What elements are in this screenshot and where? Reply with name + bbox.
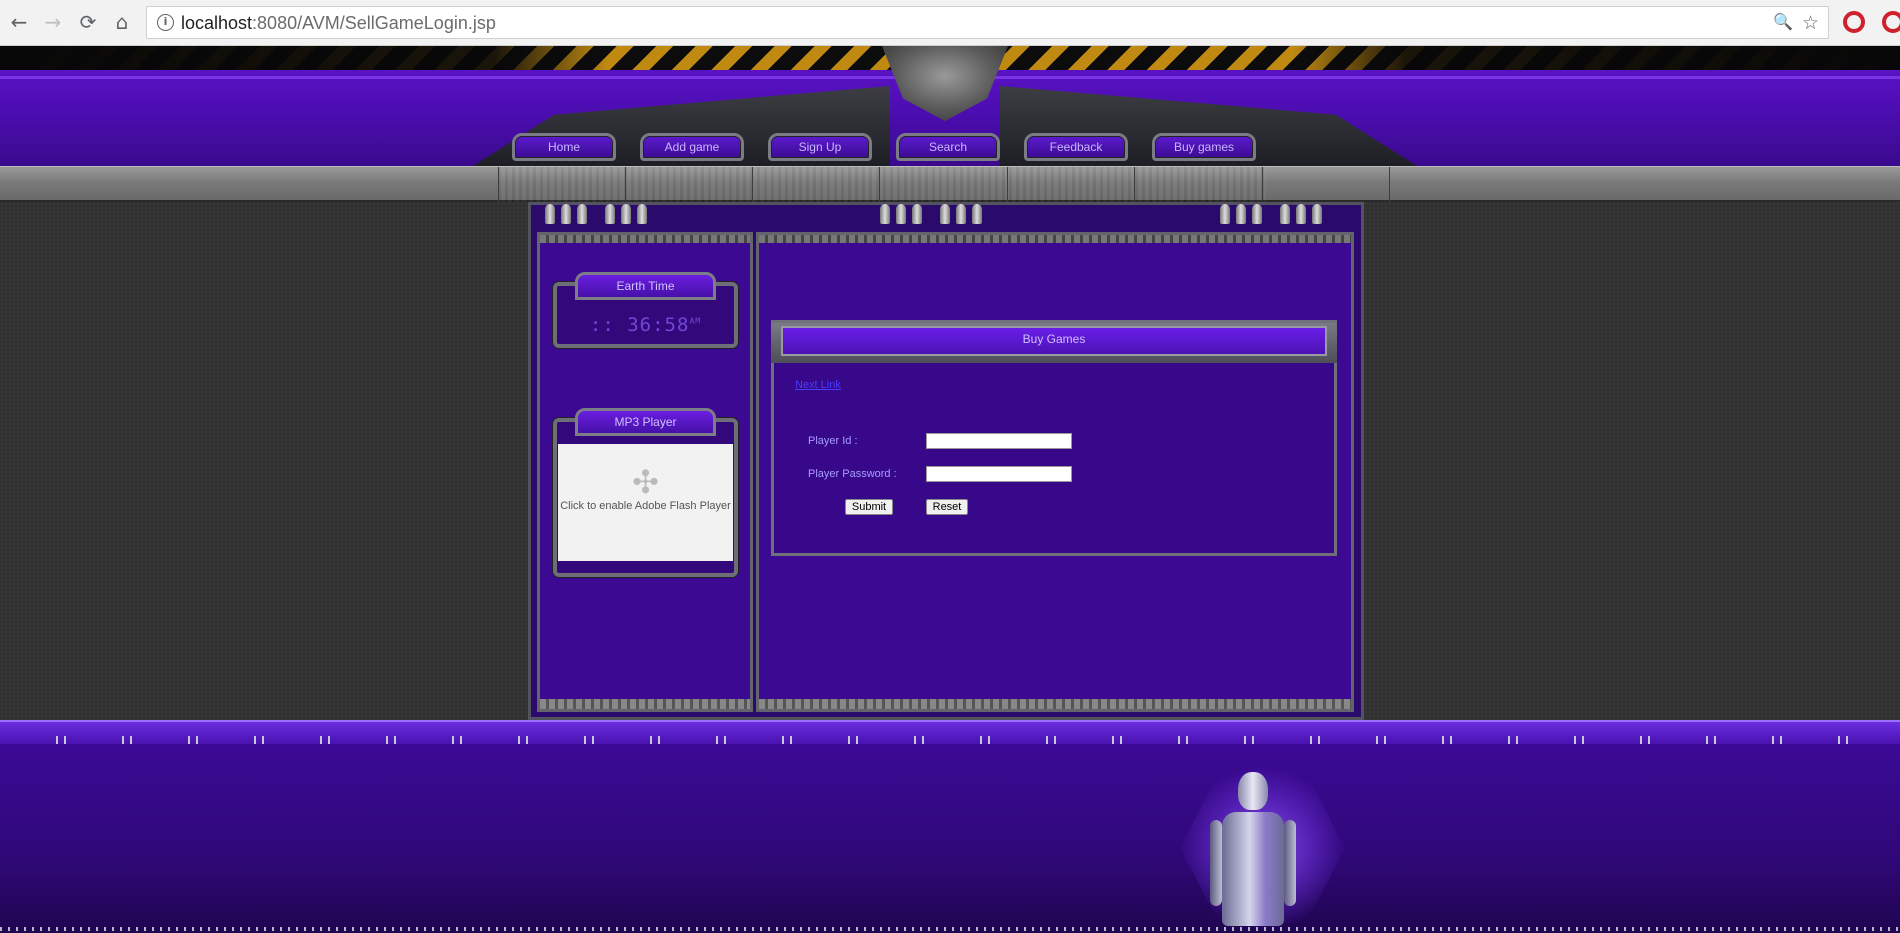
home-icon[interactable]: ⌂: [111, 11, 133, 33]
steel-cell: [879, 167, 880, 203]
column-strip: [759, 699, 1351, 709]
steel-cell: [1007, 167, 1008, 203]
clock-suffix: AM: [689, 316, 702, 326]
main-nav: Home Add game Sign Up Search Feedback Bu…: [512, 133, 1256, 161]
nav-search[interactable]: Search: [896, 133, 1000, 161]
column-strip: [540, 699, 750, 709]
site-info-icon[interactable]: i: [157, 14, 174, 31]
column-strip: [759, 235, 1351, 243]
url-path: :8080/AVM/SellGameLogin.jsp: [252, 13, 496, 33]
flash-message: Click to enable Adobe Flash Player: [560, 500, 731, 512]
panel-header: Buy Games: [771, 323, 1337, 363]
mp3-player-title: MP3 Player: [575, 408, 716, 436]
steel-cell: [625, 167, 626, 203]
pipes-decoration: [1220, 204, 1322, 226]
robot-body: [1222, 812, 1284, 926]
digital-clock: :: 36:58AM: [571, 314, 720, 336]
player-id-label: Player Id :: [808, 435, 858, 447]
steel-cell: [1262, 167, 1263, 203]
steel-cell: [498, 167, 499, 203]
robot-arm-left: [1210, 820, 1222, 906]
back-arrow-icon[interactable]: ←: [8, 11, 30, 33]
address-url[interactable]: localhost:8080/AVM/SellGameLogin.jsp: [181, 13, 496, 34]
plugin-puzzle-icon: ✣: [632, 463, 659, 501]
bookmark-star-icon[interactable]: ☆: [1802, 12, 1819, 34]
zoom-icon[interactable]: 🔍: [1773, 12, 1793, 31]
clock-time: :: 36:58: [589, 314, 690, 336]
footer: [0, 744, 1900, 933]
earth-time-widget: Earth Time :: 36:58AM: [553, 272, 738, 348]
browser-toolbar: ← → ⟳ ⌂ i localhost:8080/AVM/SellGameLog…: [0, 0, 1900, 46]
nav-feedback[interactable]: Feedback: [1024, 133, 1128, 161]
steel-cell: [752, 167, 753, 203]
steel-bar: [0, 166, 1900, 203]
nav-buy-games[interactable]: Buy games: [1152, 133, 1256, 161]
column-strip: [540, 235, 750, 243]
steel-texture: [498, 167, 1266, 203]
page-body: Home Add game Sign Up Search Feedback Bu…: [0, 46, 1900, 933]
steel-cell: [1134, 167, 1135, 203]
opera-icon[interactable]: [1843, 11, 1865, 33]
robot-arm-right: [1284, 820, 1296, 906]
pipes-decoration: [880, 204, 982, 226]
pipes-decoration: [545, 204, 647, 226]
footer-dots: [0, 927, 1900, 931]
nav-sign-up[interactable]: Sign Up: [768, 133, 872, 161]
steel-cell: [1389, 167, 1390, 203]
submit-button[interactable]: Submit: [845, 499, 893, 515]
robot-head: [1238, 772, 1268, 810]
player-password-input[interactable]: [926, 466, 1072, 482]
mp3-player-widget: MP3 Player ✣ Click to enable Adobe Flash…: [553, 408, 738, 577]
nav-home[interactable]: Home: [512, 133, 616, 161]
panel-title: Buy Games: [781, 326, 1327, 356]
earth-time-title: Earth Time: [575, 272, 716, 300]
nav-add-game[interactable]: Add game: [640, 133, 744, 161]
flash-placeholder[interactable]: ✣ Click to enable Adobe Flash Player: [558, 444, 733, 561]
address-bar[interactable]: i localhost:8080/AVM/SellGameLogin.jsp 🔍…: [146, 6, 1829, 39]
reset-button[interactable]: Reset: [926, 499, 968, 515]
player-password-label: Player Password :: [808, 468, 897, 480]
forward-arrow-icon[interactable]: →: [42, 11, 64, 33]
next-link[interactable]: Next Link: [795, 379, 841, 391]
reload-icon[interactable]: ⟳: [77, 11, 99, 33]
opera-extension-icon[interactable]: [1882, 11, 1900, 33]
left-background: [0, 202, 528, 720]
url-host: localhost: [181, 13, 253, 33]
player-id-input[interactable]: [926, 433, 1072, 449]
right-background: [1364, 202, 1900, 720]
